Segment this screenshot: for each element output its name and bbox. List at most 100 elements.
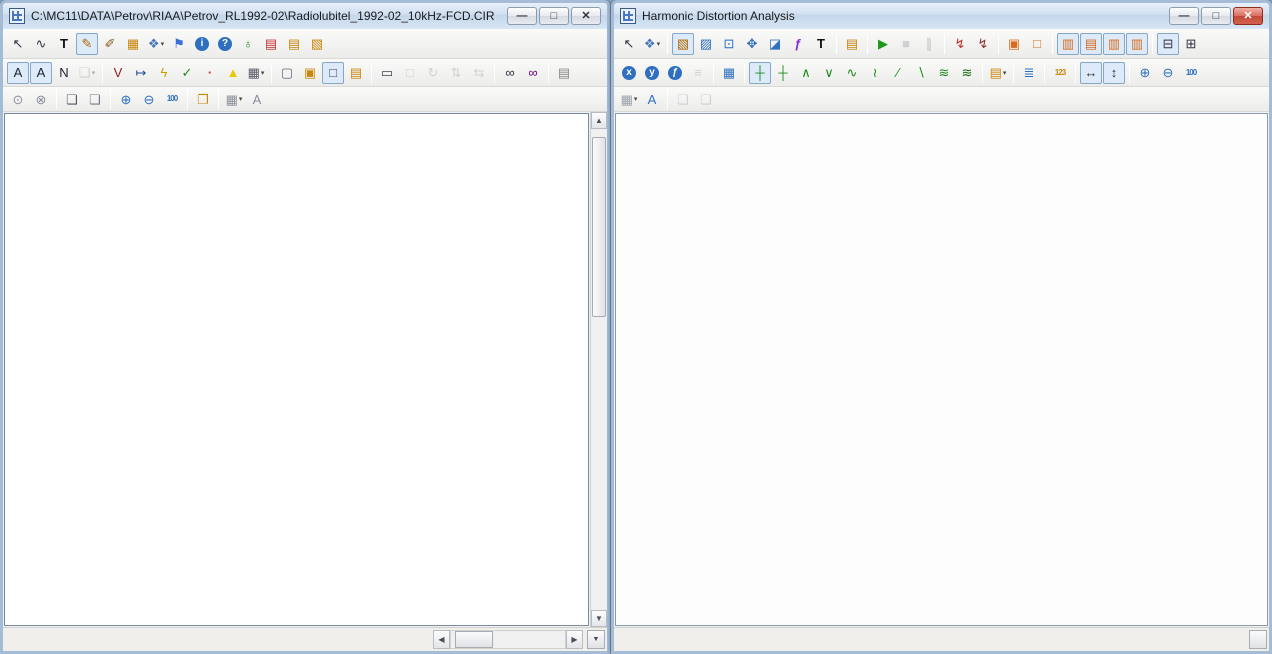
info-tool-icon[interactable]: i (191, 33, 213, 55)
data-points-toggle-icon[interactable]: ▣ (1003, 33, 1025, 55)
draw-wire-tool-icon[interactable]: ✎ (76, 33, 98, 55)
cursor-right-button-icon[interactable]: ┼ (772, 62, 794, 84)
select-tool-icon[interactable]: ↖ (618, 33, 640, 55)
formula-tag-button-icon[interactable]: ƒ (787, 33, 809, 55)
new-page-button-icon[interactable]: ▢ (276, 62, 298, 84)
scroll-up-icon[interactable]: ▲ (591, 112, 607, 129)
shape-tool-icon[interactable]: ❖▾ (641, 33, 663, 55)
x-axis-button-icon[interactable]: x (618, 62, 640, 84)
edit-analysis-button-icon[interactable]: ▦ (718, 62, 740, 84)
zoom-in-button-icon[interactable]: ⊕ (1134, 62, 1156, 84)
scroll-right-icon[interactable]: ▶ (566, 630, 583, 649)
paste-button-icon[interactable]: ▤▾ (987, 62, 1009, 84)
go-to-x-button-icon[interactable]: 123 (1049, 62, 1071, 84)
envelope-bottom-button-icon[interactable]: ≋ (956, 62, 978, 84)
grid-toggle-icon[interactable]: ▦▾ (245, 62, 267, 84)
warning-toggle-icon[interactable]: ▲ (222, 62, 244, 84)
pan-mode-button-icon[interactable]: ✥ (741, 33, 763, 55)
panel-horizontal-toggle-icon[interactable]: ▤ (1080, 33, 1102, 55)
zoom-rect-button-icon[interactable]: ⊡ (718, 33, 740, 55)
zoom-out-button-icon[interactable]: ⊖ (1157, 62, 1179, 84)
design-info-tool-icon[interactable]: ▧ (306, 33, 328, 55)
show-condition-toggle-icon[interactable]: ✓ (176, 62, 198, 84)
numeric-output-button-icon[interactable]: ≣ (1018, 62, 1040, 84)
step-back-button-icon[interactable]: ⊙ (7, 88, 29, 110)
slope-up-button-icon[interactable]: ∕ (887, 62, 909, 84)
properties-button-icon[interactable]: ▤ (841, 33, 863, 55)
link-tool-icon[interactable]: ♁ (237, 33, 259, 55)
minimize-button[interactable]: — (1169, 7, 1199, 25)
draw-diag-wire-tool-icon[interactable]: ✐ (99, 33, 121, 55)
peak-button-icon[interactable]: ∧ (795, 62, 817, 84)
text-mode-button-icon[interactable]: T (810, 33, 832, 55)
send-to-back-button-icon[interactable]: ❏ (84, 88, 106, 110)
region-select-mode-icon[interactable]: □ (322, 62, 344, 84)
wire-mode-icon[interactable]: ∿ (30, 33, 52, 55)
shape-tool-icon[interactable]: ❖▾ (145, 33, 167, 55)
close-button[interactable]: ✕ (571, 7, 601, 25)
panel-vertical-toggle-icon[interactable]: ▥ (1103, 33, 1125, 55)
plot-area[interactable] (615, 113, 1268, 626)
vertical-scroll-thumb[interactable] (592, 137, 606, 317)
schematic-horizontal-scrollbar[interactable]: ◀ ▶ (433, 630, 583, 649)
scrollbar-corner-button[interactable]: ▼ (587, 630, 605, 649)
schematic-vertical-scrollbar[interactable]: ▲ ▼ (590, 112, 607, 627)
restore-button[interactable]: □ (539, 7, 569, 25)
stop-gray-button-icon[interactable]: ⊗ (30, 88, 52, 110)
component-bus-tool-icon[interactable]: ▦ (122, 33, 144, 55)
tile-button-icon[interactable]: ▦▾ (618, 88, 640, 110)
properties-button-icon[interactable]: ▤ (345, 62, 367, 84)
minimize-button[interactable]: — (507, 7, 537, 25)
cursor-mode-button-icon[interactable]: ▨ (695, 33, 717, 55)
select-box-tool-icon[interactable]: ▭ (376, 62, 398, 84)
help-mode-tool-icon[interactable]: ? (214, 33, 236, 55)
scale-mode-button-icon[interactable]: ▧ (672, 33, 694, 55)
schematic-canvas[interactable] (4, 113, 589, 626)
zoom-out-button-icon[interactable]: ⊖ (138, 88, 160, 110)
show-power-toggle-icon[interactable]: ϟ (153, 62, 175, 84)
flag-tool-icon[interactable]: ⚑ (168, 33, 190, 55)
show-node-voltages-toggle-icon[interactable]: V (107, 62, 129, 84)
panel-minor-toggle-icon[interactable]: ▥ (1126, 33, 1148, 55)
zoom-100-button-icon[interactable]: 100 (1180, 62, 1202, 84)
low-button-icon[interactable]: ≀ (864, 62, 886, 84)
show-pin-connections-toggle-icon[interactable]: · (199, 62, 221, 84)
analysis-corner-thumb[interactable] (1249, 630, 1267, 649)
rule-check-tool-icon[interactable]: ▤ (260, 33, 282, 55)
notebook-tool-icon[interactable]: ▤ (553, 62, 575, 84)
cursor-grid-toggle-icon[interactable]: ⊞ (1180, 33, 1202, 55)
scroll-down-icon[interactable]: ▼ (591, 610, 607, 627)
show-node-numbers-toggle-icon[interactable]: N (53, 62, 75, 84)
cursor-left-button-icon[interactable]: ┼ (749, 62, 771, 84)
zoom-100-button-icon[interactable]: 100 (161, 88, 183, 110)
zoom-in-button-icon[interactable]: ⊕ (115, 88, 137, 110)
text-tool-icon[interactable]: T (53, 33, 75, 55)
stepping-button-icon[interactable]: ↯ (949, 33, 971, 55)
y-range-button-icon[interactable]: ↕ (1103, 62, 1125, 84)
show-attribute-text-toggle-icon[interactable]: A (7, 62, 29, 84)
valley-button-icon[interactable]: ∨ (818, 62, 840, 84)
show-current-toggle-icon[interactable]: ↦ (130, 62, 152, 84)
select-tool-icon[interactable]: ↖ (7, 33, 29, 55)
page-copy-button-icon[interactable]: ❐ (192, 88, 214, 110)
high-button-icon[interactable]: ∿ (841, 62, 863, 84)
panel-ruler-toggle-icon[interactable]: ▥ (1057, 33, 1079, 55)
tokens-toggle-icon[interactable]: □ (1026, 33, 1048, 55)
run-button-icon[interactable]: ▶ (872, 33, 894, 55)
save-page-button-icon[interactable]: ▣ (299, 62, 321, 84)
show-wave-text-toggle-icon[interactable]: A (30, 62, 52, 84)
x-range-button-icon[interactable]: ↔ (1080, 62, 1102, 84)
find-next-tool-icon[interactable]: ∞ (522, 62, 544, 84)
horizontal-scroll-thumb[interactable] (455, 631, 493, 648)
grid-display-button-icon[interactable]: ▦▾ (223, 88, 245, 110)
fx-button-icon[interactable]: ƒ (664, 62, 686, 84)
font-button-icon[interactable]: A (641, 88, 663, 110)
optimize-button-icon[interactable]: ↯ (972, 33, 994, 55)
font-button-icon[interactable]: A (246, 88, 268, 110)
single-plot-toggle-icon[interactable]: ⊟ (1157, 33, 1179, 55)
slope-down-button-icon[interactable]: ∖ (910, 62, 932, 84)
find-tool-icon[interactable]: ∞ (499, 62, 521, 84)
restore-button[interactable]: □ (1201, 7, 1231, 25)
analysis-titlebar[interactable]: Harmonic Distortion Analysis — □ ✕ (614, 3, 1269, 29)
point-tag-button-icon[interactable]: ◪ (764, 33, 786, 55)
